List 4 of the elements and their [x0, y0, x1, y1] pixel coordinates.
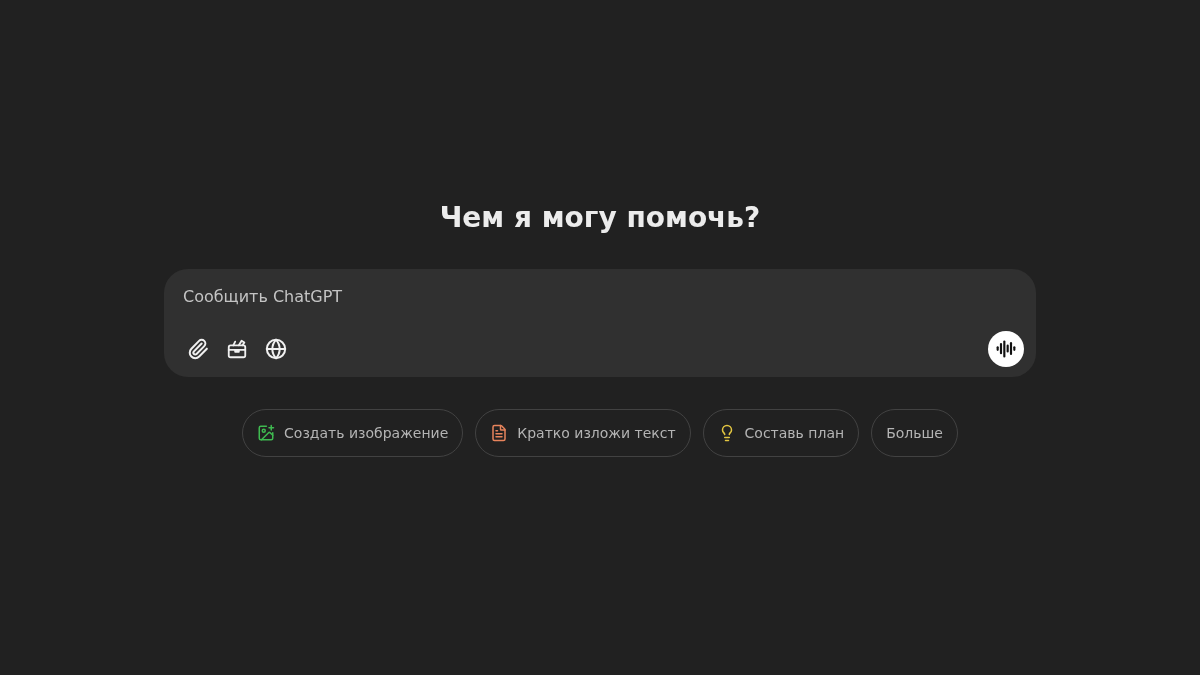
- voice-button[interactable]: [988, 331, 1024, 367]
- message-input[interactable]: Сообщить ChatGPT: [183, 285, 583, 307]
- heading: Чем я могу помочь?: [439, 200, 761, 236]
- sound-wave-icon: [996, 339, 1016, 359]
